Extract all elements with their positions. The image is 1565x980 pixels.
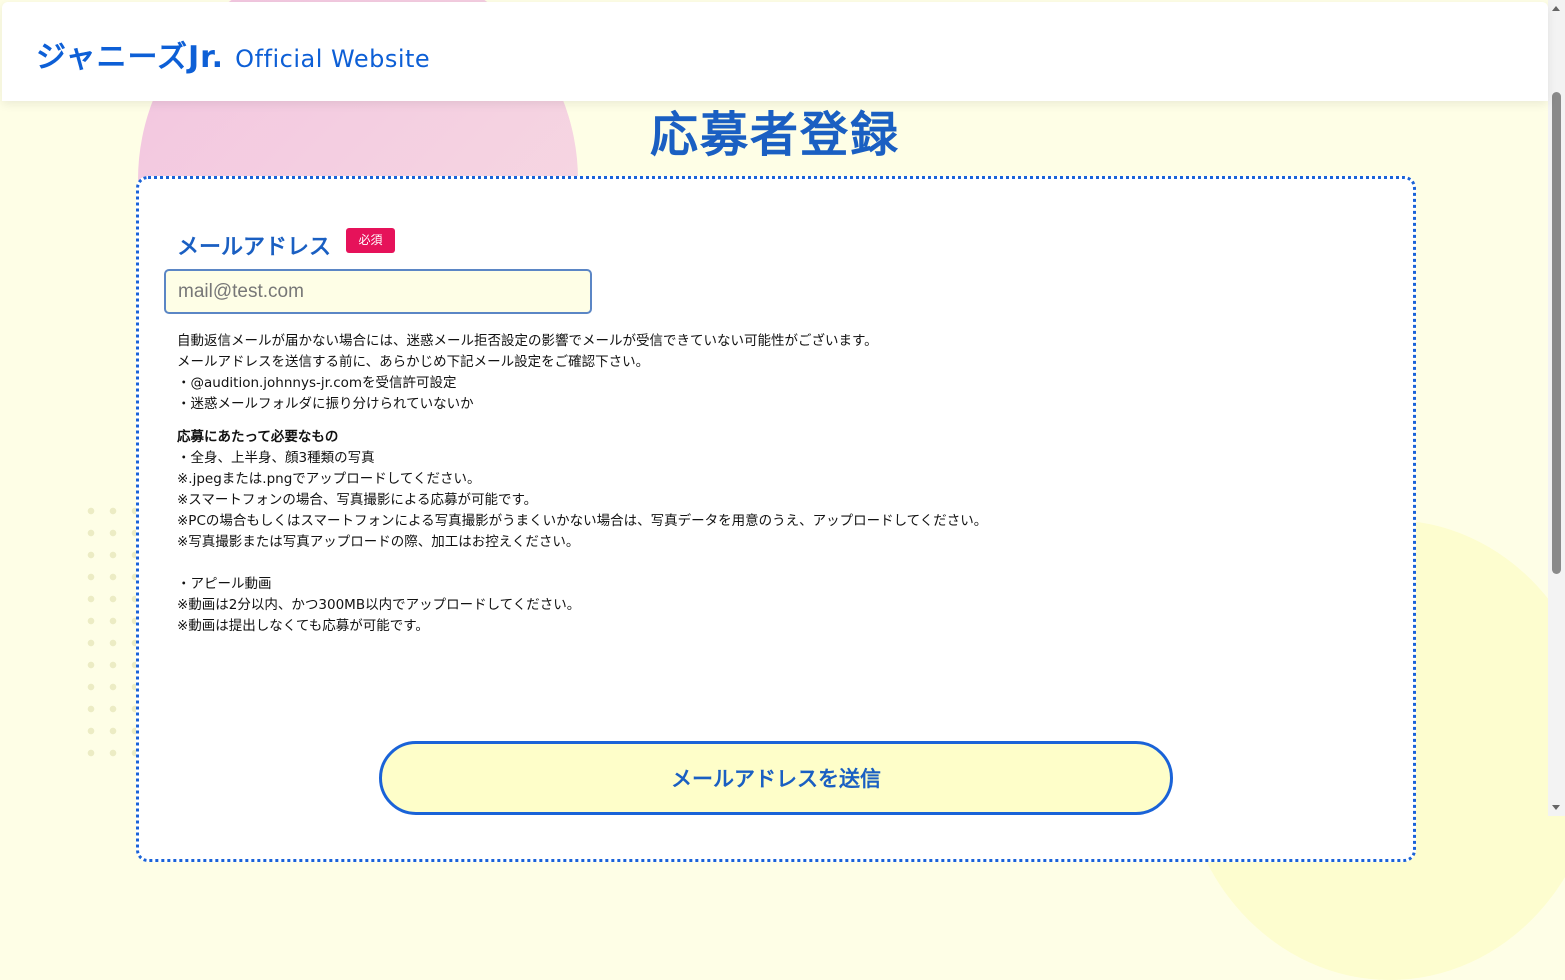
- email-input[interactable]: [164, 269, 592, 314]
- email-field-label: メールアドレス: [177, 235, 332, 260]
- logo-sub-text: Official Website: [235, 45, 431, 73]
- page-title: 応募者登録: [649, 107, 900, 163]
- logo-main-text: ジャニーズJr.: [36, 40, 225, 75]
- note-line: ・@audition.johnnys-jr.comを受信許可設定: [177, 375, 457, 391]
- requirement-line: ※.jpegまたは.pngでアップロードしてください。: [177, 471, 481, 487]
- requirement-line: ※PCの場合もしくはスマートフォンによる写真撮影がうまくいかない場合は、写真デー…: [177, 513, 988, 529]
- note-line: ・迷惑メールフォルダに振り分けられていないか: [177, 396, 474, 412]
- requirement-line: ※スマートフォンの場合、写真撮影による応募が可能です。: [177, 492, 538, 508]
- vertical-scrollbar[interactable]: [1548, 0, 1565, 816]
- required-badge: 必須: [346, 228, 395, 253]
- note-line: 自動返信メールが届かない場合には、迷惑メール拒否設定の影響でメールが受信できてい…: [177, 333, 878, 349]
- requirement-line: ※写真撮影または写真アップロードの際、加工はお控えください。: [177, 534, 580, 550]
- requirements-heading: 応募にあたって必要なもの: [177, 429, 339, 445]
- video-requirement-line: ・アピール動画: [177, 576, 272, 592]
- scroll-down-icon[interactable]: [1552, 805, 1560, 810]
- registration-form-card: メールアドレス 必須 自動返信メールが届かない場合には、迷惑メール拒否設定の影響…: [136, 176, 1416, 862]
- requirement-line: ・全身、上半身、顔3種類の写真: [177, 450, 375, 466]
- email-notes: 自動返信メールが届かない場合には、迷惑メール拒否設定の影響でメールが受信できてい…: [177, 331, 1377, 637]
- video-requirement-line: ※動画は提出しなくても応募が可能です。: [177, 618, 429, 634]
- scrollbar-thumb[interactable]: [1552, 92, 1561, 574]
- scroll-up-icon[interactable]: [1552, 6, 1560, 11]
- submit-email-button[interactable]: メールアドレスを送信: [379, 741, 1173, 815]
- video-requirement-line: ※動画は2分以内、かつ300MB以内でアップロードしてください。: [177, 597, 581, 613]
- note-line: メールアドレスを送信する前に、あらかじめ下記メール設定をご確認下さい。: [177, 354, 650, 370]
- background-dot-pattern: [80, 500, 140, 760]
- site-logo[interactable]: ジャニーズJr. Official Website: [36, 32, 430, 76]
- site-header: ジャニーズJr. Official Website: [2, 2, 1548, 101]
